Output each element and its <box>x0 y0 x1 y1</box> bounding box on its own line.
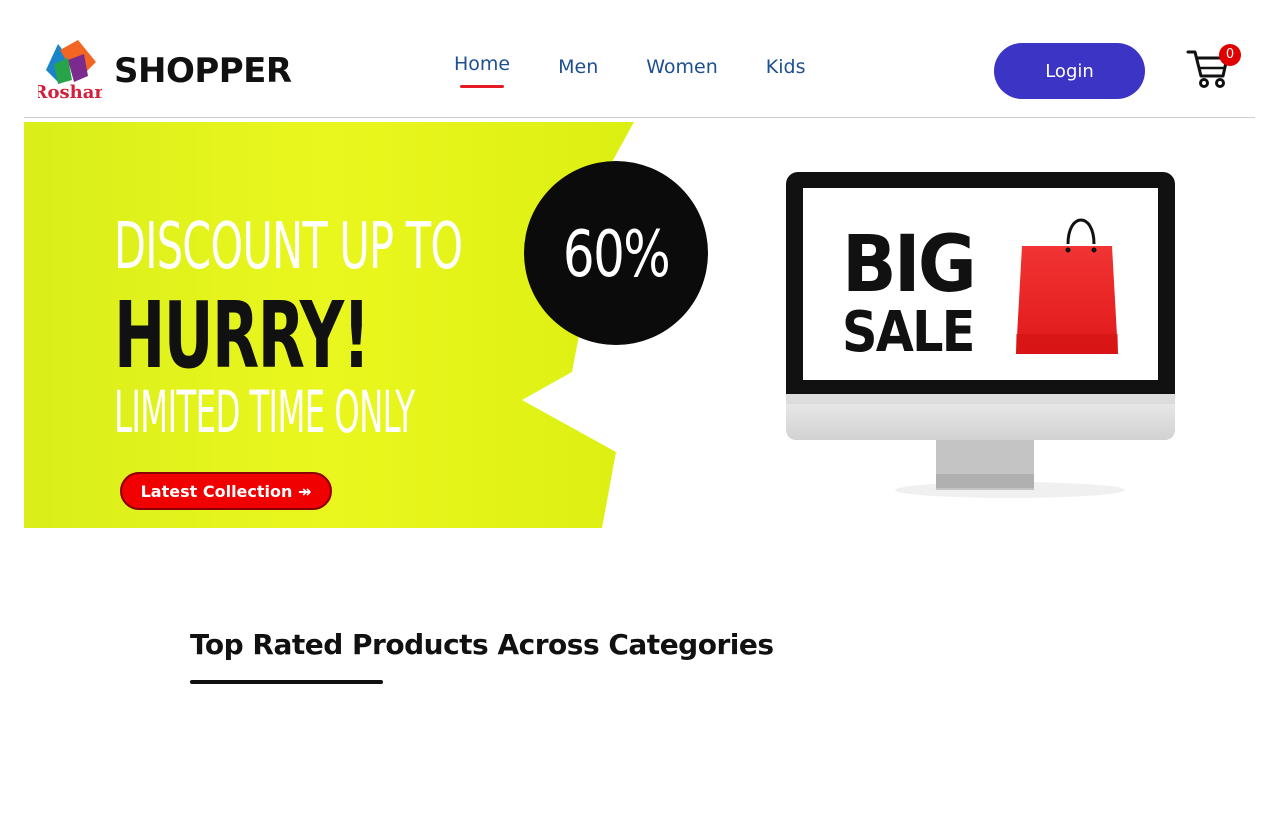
latest-collection-button[interactable]: Latest Collection ↠ <box>120 472 332 510</box>
section-underline <box>190 680 383 684</box>
nav-item-women[interactable]: Women <box>646 56 718 82</box>
cart-button[interactable]: 0 <box>1186 44 1242 90</box>
login-button[interactable]: Login <box>994 43 1145 99</box>
nav-item-men[interactable]: Men <box>558 56 598 82</box>
main-nav: Home Men Women Kids <box>454 53 853 88</box>
hero-banner: DISCOUNT UP TO HURRY! LIMITED TIME ONLY … <box>24 122 1204 530</box>
monitor-big-text: BIG <box>842 220 977 310</box>
header-divider <box>24 117 1255 118</box>
cart-count-badge: 0 <box>1219 44 1241 66</box>
logo-text: Roshan <box>38 82 102 102</box>
logo-icon: Roshan <box>33 40 107 103</box>
brand-name[interactable]: SHOPPER <box>114 51 292 91</box>
nav-item-kids[interactable]: Kids <box>766 56 806 82</box>
site-header: Roshan SHOPPER Home Men Women Kids Login… <box>0 0 1280 118</box>
brand-logo[interactable]: Roshan <box>33 40 107 103</box>
nav-item-home[interactable]: Home <box>454 53 510 88</box>
monitor-sale-text: SALE <box>842 300 975 365</box>
discount-badge-text: 60% <box>562 218 671 292</box>
section-title: Top Rated Products Across Categories <box>190 628 774 661</box>
brand[interactable]: Roshan SHOPPER <box>33 40 292 103</box>
hero-line-hurry: HURRY! <box>114 282 370 389</box>
hero-line-limited: LIMITED TIME ONLY <box>114 378 415 446</box>
hero-line-discount: DISCOUNT UP TO <box>114 210 463 284</box>
